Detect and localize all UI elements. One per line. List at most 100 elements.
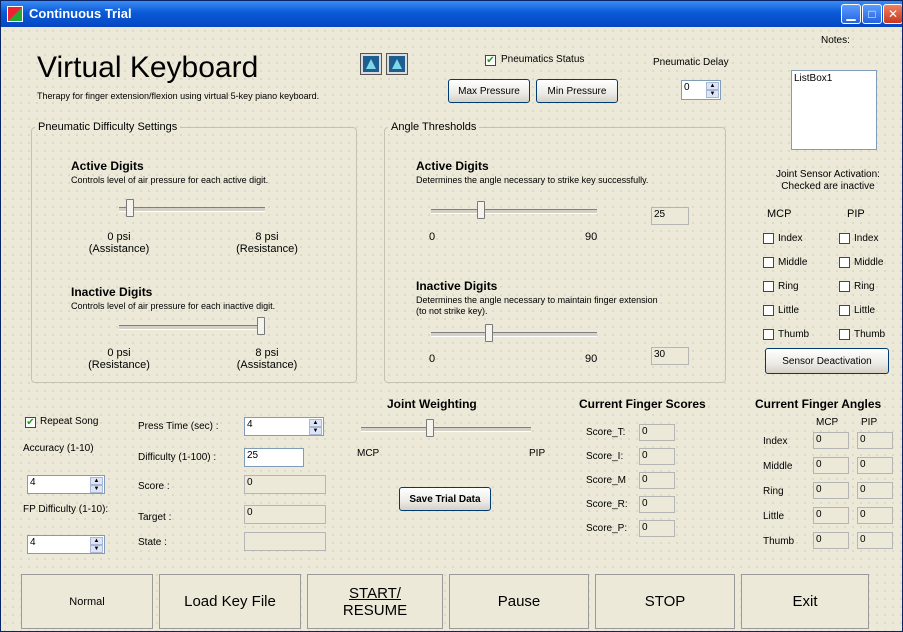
stop-button[interactable]: STOP	[595, 574, 735, 629]
notes-listbox[interactable]: ListBox1	[791, 70, 877, 150]
angle-inactive-min: 0	[429, 353, 436, 365]
angles-pip-value: 0	[857, 532, 893, 549]
angles-row-label: Index	[763, 436, 788, 447]
score-label: Score :	[138, 481, 170, 492]
pneumatic-inactive-slider[interactable]	[257, 317, 265, 335]
pneumatic-active-slider-track	[119, 207, 265, 212]
slider-ticks	[119, 220, 265, 222]
repeat-song-label: Repeat Song	[40, 416, 99, 427]
finger-scores-heading: Current Finger Scores	[579, 397, 706, 411]
state-label: State :	[138, 537, 167, 548]
mcp-thumb-checkbox[interactable]	[763, 329, 774, 340]
mcp-ring-checkbox[interactable]	[763, 281, 774, 292]
target-value: 0	[244, 505, 326, 524]
pneumatic-inactive-max: 8 psi	[255, 347, 279, 359]
pip-little-checkbox[interactable]	[839, 305, 850, 316]
accuracy-stepper[interactable]: 4 ▲ ▼	[27, 475, 105, 494]
angle-active-desc: Determines the angle necessary to strike…	[416, 175, 649, 185]
pneumatic-active-slider[interactable]	[125, 199, 134, 217]
repeat-song-checkbox[interactable]: ✔	[25, 417, 36, 428]
chevron-up-icon[interactable]: ▲	[706, 82, 719, 90]
fp-difficulty-value: 4	[30, 537, 36, 548]
angle-active-slider[interactable]	[477, 201, 485, 219]
spin-buttons[interactable]: ▲ ▼	[309, 419, 322, 435]
fp-difficulty-label: FP Difficulty (1-10):	[23, 504, 109, 515]
window-title: Continuous Trial	[29, 6, 132, 21]
angle-active-slider-track	[431, 209, 597, 214]
mcp-thumb-label: Thumb	[778, 329, 810, 340]
pip-little-label: Little	[854, 305, 876, 316]
joint-weighting-max: PIP	[529, 448, 546, 459]
chevron-down-icon[interactable]: ▼	[309, 427, 322, 435]
page-subtitle: Therapy for finger extension/flexion usi…	[37, 91, 320, 101]
pneumatics-status-checkbox[interactable]: ✔	[485, 55, 496, 66]
fp-difficulty-stepper[interactable]: 4 ▲ ▼	[27, 535, 105, 554]
exit-button[interactable]: Exit	[741, 574, 869, 629]
max-pressure-button[interactable]: Max Pressure	[448, 79, 530, 103]
app-window: Continuous Trial ▁ □ ✕ Virtual Keyboard …	[0, 0, 903, 632]
pneumatic-active-desc: Controls level of air pressure for each …	[71, 175, 269, 185]
spin-buttons[interactable]: ▲ ▼	[90, 537, 103, 553]
normal-button[interactable]: Normal	[21, 574, 153, 629]
pneumatic-active-max: 8 psi	[255, 231, 279, 243]
chevron-up-icon[interactable]: ▲	[90, 537, 103, 545]
angles-mcp-value: 0	[813, 532, 849, 549]
chevron-up-icon[interactable]: ▲	[90, 477, 103, 485]
pneumatic-delay-stepper[interactable]: 0 ▲ ▼	[681, 80, 721, 100]
picture-icon[interactable]	[360, 53, 382, 75]
chevron-down-icon[interactable]: ▼	[90, 545, 103, 553]
score-m-label: Score_M	[586, 475, 627, 486]
slider-ticks	[361, 440, 531, 442]
spin-buttons[interactable]: ▲ ▼	[706, 82, 719, 98]
press-time-stepper[interactable]: 4 ▲ ▼	[244, 417, 324, 436]
chevron-up-icon[interactable]: ▲	[309, 419, 322, 427]
title-bar: Continuous Trial ▁ □ ✕	[1, 1, 902, 27]
picture-icon[interactable]	[386, 53, 408, 75]
pip-index-checkbox[interactable]	[839, 233, 850, 244]
angle-inactive-max: 90	[585, 353, 598, 365]
pip-thumb-checkbox[interactable]	[839, 329, 850, 340]
pneumatic-active-max-sub: (Resistance)	[236, 243, 298, 255]
spin-buttons[interactable]: ▲ ▼	[90, 477, 103, 493]
angle-inactive-desc-2: (to not strike key).	[416, 306, 488, 316]
angles-pip-value: 0	[857, 432, 893, 449]
joint-weighting-track	[361, 427, 531, 432]
pip-middle-checkbox[interactable]	[839, 257, 850, 268]
load-key-file-button[interactable]: Load Key File	[159, 574, 301, 629]
angle-active-min: 0	[429, 231, 436, 243]
joint-weighting-label: Joint Weighting	[387, 397, 477, 411]
close-button[interactable]: ✕	[883, 4, 902, 24]
slider-ticks	[431, 345, 597, 347]
angles-row-label: Ring	[763, 486, 784, 497]
score-m-value: 0	[639, 472, 675, 489]
joint-weighting-slider[interactable]	[425, 419, 434, 437]
chevron-down-icon[interactable]: ▼	[90, 485, 103, 493]
angle-inactive-slider[interactable]	[485, 324, 493, 342]
mcp-little-checkbox[interactable]	[763, 305, 774, 316]
min-pressure-button[interactable]: Min Pressure	[536, 79, 618, 103]
angle-active-title: Active Digits	[416, 159, 489, 173]
angles-pip-value: 0	[857, 507, 893, 524]
save-trial-data-button[interactable]: Save Trial Data	[399, 487, 491, 511]
angle-inactive-desc-1: Determines the angle necessary to mainta…	[416, 295, 658, 305]
start-label: START/	[349, 584, 401, 602]
pause-button[interactable]: Pause	[449, 574, 589, 629]
sensor-mcp-label: MCP	[767, 208, 792, 220]
angle-active-max: 90	[585, 231, 598, 243]
slider-ticks	[119, 338, 265, 340]
difficulty-input[interactable]: 25	[244, 448, 304, 467]
start-resume-button[interactable]: START/ RESUME	[307, 574, 443, 629]
mcp-middle-checkbox[interactable]	[763, 257, 774, 268]
minimize-button[interactable]: ▁	[841, 4, 861, 24]
chevron-down-icon[interactable]: ▼	[706, 90, 719, 98]
score-t-value: 0	[639, 424, 675, 441]
sensor-deactivation-button[interactable]: Sensor Deactivation	[765, 348, 889, 374]
pneumatic-inactive-title: Inactive Digits	[71, 285, 153, 299]
angles-pip-value: 0	[857, 457, 893, 474]
angles-mcp-value: 0	[813, 457, 849, 474]
sensor-heading-1: Joint Sensor Activation:	[776, 169, 880, 180]
app-icon	[7, 6, 23, 22]
maximize-button[interactable]: □	[862, 4, 882, 24]
mcp-index-checkbox[interactable]	[763, 233, 774, 244]
pip-ring-checkbox[interactable]	[839, 281, 850, 292]
